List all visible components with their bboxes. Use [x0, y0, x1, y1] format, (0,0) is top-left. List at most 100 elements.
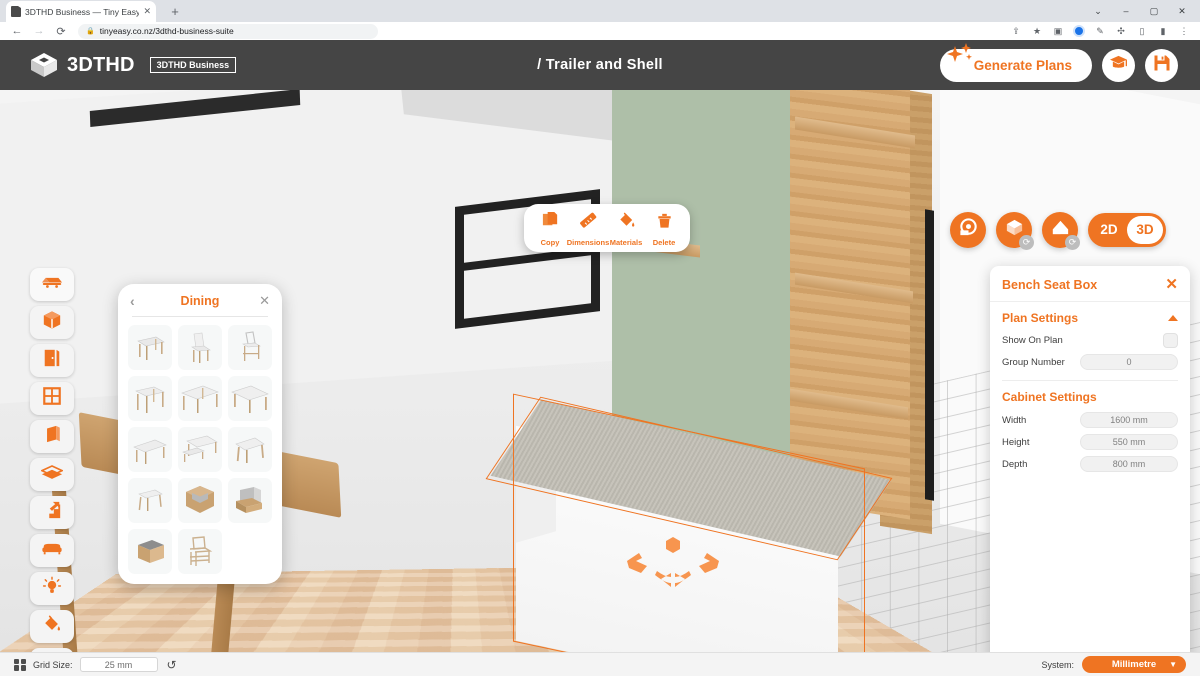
move-rotate-gizmo[interactable]	[625, 535, 721, 591]
width-input[interactable]: 1600 mm	[1080, 412, 1178, 428]
address-bar[interactable]: 🔒 tinyeasy.co.nz/3dthd-business-suite	[78, 23, 378, 39]
catalog-item[interactable]	[178, 376, 222, 421]
back-chevron-icon[interactable]: ‹	[130, 293, 146, 309]
catalog-item[interactable]	[178, 325, 222, 370]
catalog-item[interactable]	[178, 427, 222, 472]
dimension-mode-toggle[interactable]: 2D 3D	[1088, 213, 1166, 247]
width-label: Width	[1002, 414, 1027, 426]
forward-icon[interactable]: →	[28, 25, 50, 37]
back-icon[interactable]: ←	[6, 25, 28, 37]
catalog-item[interactable]	[128, 427, 172, 472]
brand-logo[interactable]: 3DTHD 3DTHD Business	[30, 52, 237, 78]
tool-button-lighting[interactable]	[30, 572, 74, 605]
tool-button-trailer[interactable]	[30, 268, 74, 301]
new-tab-button[interactable]: +	[166, 3, 184, 21]
bookmark-star-icon[interactable]: ★	[1031, 25, 1043, 37]
left-tool-rail	[30, 268, 74, 652]
logo-text: 3DTHD	[67, 53, 135, 76]
profile-avatar-icon[interactable]	[1073, 25, 1085, 37]
menu-icon[interactable]: ⋮	[1178, 25, 1190, 37]
app-header: 3DTHD 3DTHD Business / Trailer and Shell…	[0, 40, 1200, 90]
catalog-item[interactable]	[228, 427, 272, 472]
catalog-item[interactable]	[228, 376, 272, 421]
generate-plans-button[interactable]: Generate Plans	[939, 42, 1092, 82]
reload-icon[interactable]: ⟳	[50, 25, 72, 38]
toggle-option-3d[interactable]: 3D	[1127, 216, 1163, 244]
group-number-input[interactable]: 0	[1080, 354, 1178, 370]
context-materials-label: Materials	[609, 238, 643, 247]
minimize-more-icon[interactable]: ⌄	[1084, 0, 1112, 22]
view-controls: ⟳ ⟳ 2D 3D	[950, 212, 1166, 250]
learning-button[interactable]	[1102, 48, 1135, 82]
measure-tool-button[interactable]	[950, 212, 986, 248]
wood-shelf-unit	[790, 90, 910, 520]
properties-header: Bench Seat Box ✕	[990, 266, 1190, 302]
ruler-icon	[579, 211, 598, 235]
context-copy-label: Copy	[540, 238, 560, 247]
plan-settings-header[interactable]: Plan Settings	[990, 302, 1190, 330]
context-copy-button[interactable]: Copy	[532, 211, 568, 247]
close-icon[interactable]: ✕	[1165, 277, 1178, 292]
show-on-plan-checkbox[interactable]	[1163, 333, 1178, 348]
close-window-icon[interactable]: ✕	[1168, 0, 1196, 22]
window-icon	[42, 386, 62, 411]
eyedropper-icon[interactable]: ✎	[1094, 25, 1106, 37]
tool-button-wall[interactable]	[30, 420, 74, 453]
sparkle-icon	[946, 42, 974, 70]
tool-button-stairs[interactable]	[30, 496, 74, 529]
wall-panel-icon	[43, 424, 62, 449]
favicon-icon	[11, 6, 21, 17]
close-icon[interactable]: ✕	[254, 293, 270, 309]
tool-button-shell[interactable]	[30, 306, 74, 339]
reset-icon[interactable]: ↺	[167, 658, 177, 672]
floor-slab-icon	[39, 464, 65, 485]
tool-button-door[interactable]	[30, 344, 74, 377]
context-materials-button[interactable]: Materials	[608, 211, 644, 247]
context-delete-button[interactable]: Delete	[646, 211, 682, 247]
camera-icon[interactable]: ▣	[1052, 25, 1064, 37]
rotate-badge-icon: ⟳	[1019, 235, 1034, 250]
depth-label: Depth	[1002, 458, 1028, 470]
unit-system-value: Millimetre	[1111, 659, 1157, 670]
app-root: 3DTHD Business — Tiny Easy - T ✕ + ⌄ – ▢…	[0, 0, 1200, 676]
catalog-item[interactable]	[228, 325, 272, 370]
tool-button-window[interactable]	[30, 382, 74, 415]
close-icon[interactable]: ✕	[143, 6, 151, 17]
group-number-label: Group Number	[1002, 356, 1065, 368]
update-icon[interactable]: ▮	[1157, 25, 1169, 37]
chevron-up-icon[interactable]	[1168, 315, 1178, 321]
sidepanel-icon[interactable]: ▯	[1136, 25, 1148, 37]
lightbulb-icon	[42, 576, 62, 601]
orbit-object-button[interactable]: ⟳	[996, 212, 1034, 250]
row-depth: Depth 800 mm	[990, 453, 1190, 475]
depth-input[interactable]: 800 mm	[1080, 456, 1178, 472]
catalog-item[interactable]	[128, 529, 172, 574]
tool-button-paint[interactable]	[30, 610, 74, 643]
tool-button-floor[interactable]	[30, 458, 74, 491]
catalog-item[interactable]	[178, 529, 222, 574]
cabinet-settings-header[interactable]: Cabinet Settings	[990, 381, 1190, 409]
grid-size-input[interactable]: 25 mm	[79, 657, 158, 672]
catalog-item[interactable]	[128, 376, 172, 421]
cube-logo-icon	[30, 52, 58, 78]
catalog-item[interactable]	[128, 325, 172, 370]
catalog-item[interactable]	[128, 478, 172, 523]
browser-tab[interactable]: 3DTHD Business — Tiny Easy - T ✕	[6, 1, 156, 22]
save-button[interactable]	[1145, 48, 1178, 82]
viewport-3d[interactable]: Copy Dimensions Materials Delete ⟳ ⟳ 2D …	[0, 90, 1200, 652]
catalog-item[interactable]	[178, 478, 222, 523]
extensions-icon[interactable]: ✣	[1115, 25, 1127, 37]
context-dimensions-button[interactable]: Dimensions	[567, 211, 609, 247]
catalog-item[interactable]	[228, 478, 272, 523]
tape-measure-icon	[958, 217, 979, 243]
tool-button-furniture[interactable]	[30, 534, 74, 567]
share-icon[interactable]: ⇪	[1010, 25, 1022, 37]
minimize-icon[interactable]: –	[1112, 0, 1140, 22]
cabinet-settings-title: Cabinet Settings	[1002, 390, 1097, 404]
unit-system-select[interactable]: Millimetre ▼	[1082, 656, 1186, 673]
maximize-icon[interactable]: ▢	[1140, 0, 1168, 22]
height-input[interactable]: 550 mm	[1080, 434, 1178, 450]
toggle-option-2d[interactable]: 2D	[1091, 216, 1127, 244]
orbit-room-button[interactable]: ⟳	[1042, 212, 1080, 250]
plan-settings-title: Plan Settings	[1002, 311, 1079, 325]
